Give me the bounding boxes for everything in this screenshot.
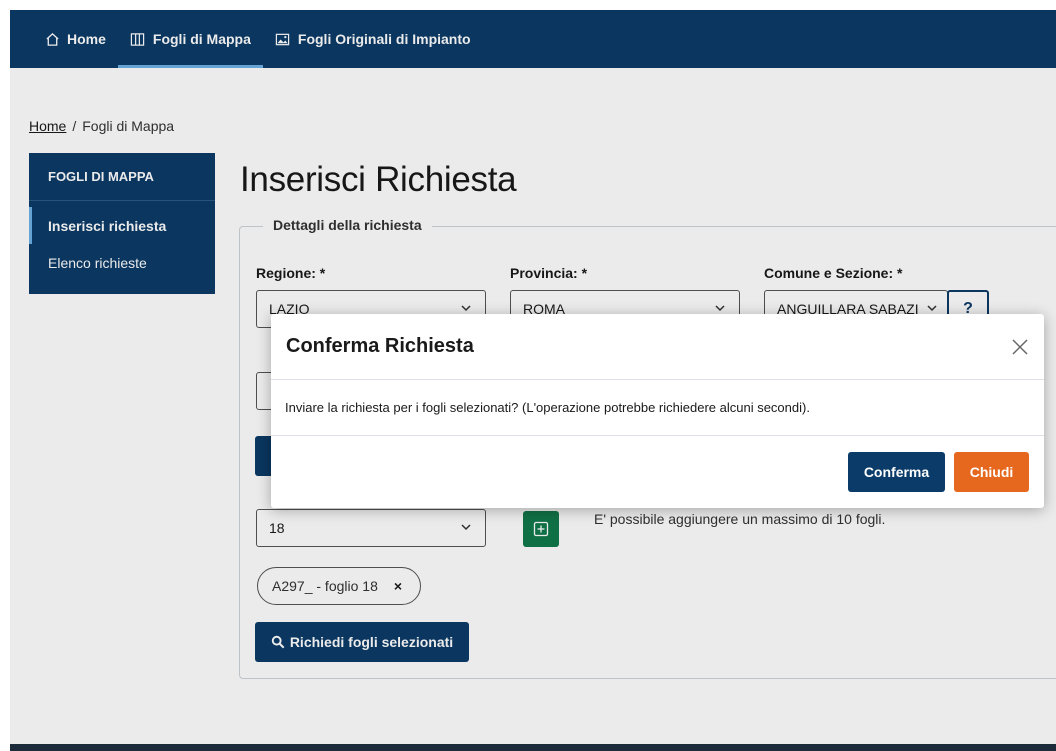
confirm-button[interactable]: Conferma <box>848 452 945 492</box>
close-icon[interactable] <box>1010 337 1030 357</box>
modal-footer: Conferma Chiudi <box>271 436 1044 508</box>
modal-header: Conferma Richiesta <box>271 314 1044 380</box>
confirm-modal: Conferma Richiesta Inviare la richiesta … <box>271 314 1044 508</box>
close-button[interactable]: Chiudi <box>954 452 1029 492</box>
modal-title: Conferma Richiesta <box>286 335 474 357</box>
modal-body: Inviare la richiesta per i fogli selezio… <box>271 380 1044 436</box>
page: Home Fogli di Mappa Fogli Originali di I… <box>10 10 1056 751</box>
